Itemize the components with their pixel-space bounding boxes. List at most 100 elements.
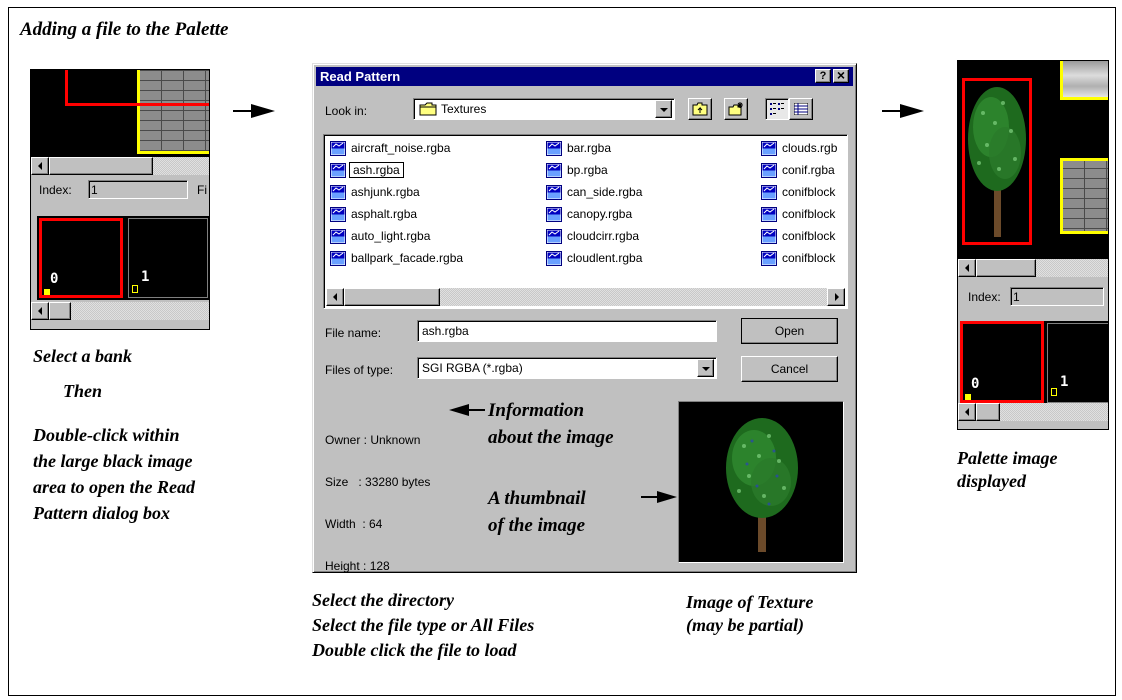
file-item-label: auto_light.rgba	[351, 229, 431, 243]
cancel-button[interactable]: Cancel	[741, 356, 838, 382]
caption-double-click-file: Double click the file to load	[312, 640, 517, 660]
arrow-left-icon	[449, 404, 485, 416]
details-view-button[interactable]	[789, 98, 813, 120]
file-name-input[interactable]: ash.rgba	[417, 320, 717, 342]
file-item[interactable]: asphalt.rgba	[330, 205, 417, 223]
rgba-file-icon	[761, 162, 777, 178]
rgba-file-icon	[546, 140, 562, 156]
file-list[interactable]: aircraft_noise.rgba ash.rgba ashjunk.rgba a…	[323, 134, 848, 309]
bank-scroll-thumb[interactable]	[49, 302, 71, 320]
bank-0-label: 0	[50, 271, 59, 287]
list-view-button[interactable]	[765, 98, 789, 120]
list-view-icon	[770, 103, 784, 115]
index-field[interactable]: 1	[88, 180, 188, 199]
right-index-field[interactable]: 1	[1010, 287, 1104, 306]
info-owner: Owner : Unknown	[325, 433, 421, 447]
file-scroll-left[interactable]	[326, 288, 344, 306]
details-view-icon	[794, 103, 808, 115]
file-item[interactable]: conifblock	[761, 227, 835, 245]
bank-scroll-left[interactable]	[31, 302, 49, 320]
rgba-file-icon	[546, 228, 562, 244]
large-image-area-loaded[interactable]	[958, 61, 1108, 259]
dialog-title: Read Pattern	[320, 69, 401, 84]
file-name-label: File name:	[325, 326, 382, 340]
bank-1[interactable]: 1	[128, 218, 208, 298]
caption-select-file-type: Select the file type or All Files	[312, 615, 535, 635]
right-bank-0-selected[interactable]: 0	[960, 321, 1044, 403]
new-folder-button[interactable]	[724, 98, 748, 120]
file-item[interactable]: aircraft_noise.rgba	[330, 139, 450, 157]
look-in-dropdown-button[interactable]	[655, 100, 672, 118]
caption-displayed: displayed	[957, 471, 1026, 491]
file-item[interactable]: can_side.rgba	[546, 183, 642, 201]
large-image-area[interactable]	[31, 70, 209, 157]
right-scroll-thumb[interactable]	[976, 259, 1036, 277]
up-folder-button[interactable]	[688, 98, 712, 120]
files-of-type-select[interactable]: SGI RGBA (*.rgba)	[417, 357, 717, 379]
file-item-label: canopy.rgba	[567, 207, 633, 221]
right-scroll-left[interactable]	[958, 259, 976, 277]
look-in-combo[interactable]: Textures	[413, 98, 675, 120]
file-item[interactable]: bp.rgba	[546, 161, 608, 179]
caption-double-click-3: area to open the Read	[33, 477, 195, 497]
caption-may-be-partial: (may be partial)	[686, 615, 804, 635]
file-item[interactable]: conifblock	[761, 249, 835, 267]
right-bank-scrollbar[interactable]	[958, 403, 1108, 421]
folder-icon	[419, 102, 437, 116]
file-item[interactable]: conifblock	[761, 183, 835, 201]
file-item-label: bar.rgba	[567, 141, 612, 155]
open-button[interactable]: Open	[741, 318, 838, 344]
rgba-file-icon	[330, 162, 346, 178]
rgba-file-icon	[546, 206, 562, 222]
rgba-file-icon	[330, 228, 346, 244]
right-bank-strip: 0 1	[960, 321, 1108, 403]
caption-double-click-4: Pattern dialog box	[33, 503, 171, 523]
image-h-scrollbar[interactable]	[31, 157, 209, 175]
dialog-title-bar[interactable]: Read Pattern ? ×	[316, 67, 853, 86]
file-item[interactable]: ballpark_facade.rgba	[330, 249, 463, 267]
file-item-label: aircraft_noise.rgba	[351, 141, 451, 155]
file-scroll-right[interactable]	[827, 288, 845, 306]
file-item[interactable]: cloudlent.rgba	[546, 249, 642, 267]
file-item[interactable]: conif.rgba	[761, 161, 835, 179]
file-scroll-thumb[interactable]	[344, 288, 440, 306]
file-item-label: conifblock	[782, 185, 836, 199]
rgba-file-icon	[761, 184, 777, 200]
caption-then: Then	[63, 381, 103, 401]
file-item[interactable]: clouds.rgb	[761, 139, 837, 157]
new-folder-icon	[728, 102, 743, 116]
right-image-h-scrollbar[interactable]	[958, 259, 1108, 277]
close-button[interactable]: ×	[833, 68, 849, 83]
arrow-right-icon	[641, 491, 677, 503]
scroll-thumb[interactable]	[49, 157, 153, 175]
bank-scrollbar[interactable]	[31, 302, 209, 320]
files-of-type-dropdown-button[interactable]	[697, 359, 714, 377]
file-item[interactable]: auto_light.rgba	[330, 227, 430, 245]
right-bank-1[interactable]: 1	[1047, 323, 1108, 403]
file-item[interactable]: canopy.rgba	[546, 205, 632, 223]
tree-thumbnail-image	[726, 418, 798, 552]
help-button[interactable]: ?	[815, 69, 831, 83]
scroll-left-button[interactable]	[31, 157, 49, 175]
file-item[interactable]: cloudcirr.rgba	[546, 227, 639, 245]
rgba-file-icon	[761, 228, 777, 244]
image-info: Owner : Unknown Size : 33280 bytes Width…	[325, 405, 430, 601]
right-bank-scroll-left[interactable]	[958, 403, 976, 421]
file-item[interactable]: ash.rgba	[330, 161, 404, 179]
file-item[interactable]: bar.rgba	[546, 139, 611, 157]
field-label-cut: Fi	[197, 183, 207, 197]
rgba-file-icon	[330, 250, 346, 266]
right-bank-scroll-thumb[interactable]	[976, 403, 1000, 421]
arrow-right-icon	[233, 104, 275, 118]
up-folder-icon	[692, 102, 708, 116]
right-bank-1-label: 1	[1060, 374, 1069, 390]
file-list-h-scrollbar[interactable]	[326, 288, 845, 306]
annotation-information: Information	[488, 400, 585, 421]
annotation-of-image: of the image	[488, 515, 586, 536]
file-item[interactable]: ashjunk.rgba	[330, 183, 420, 201]
rgba-file-icon	[761, 140, 777, 156]
files-of-type-value: SGI RGBA (*.rgba)	[422, 361, 523, 375]
loaded-image-highlight	[962, 78, 1032, 245]
bank-0-selected[interactable]: 0	[39, 218, 123, 298]
file-item[interactable]: conifblock	[761, 205, 835, 223]
